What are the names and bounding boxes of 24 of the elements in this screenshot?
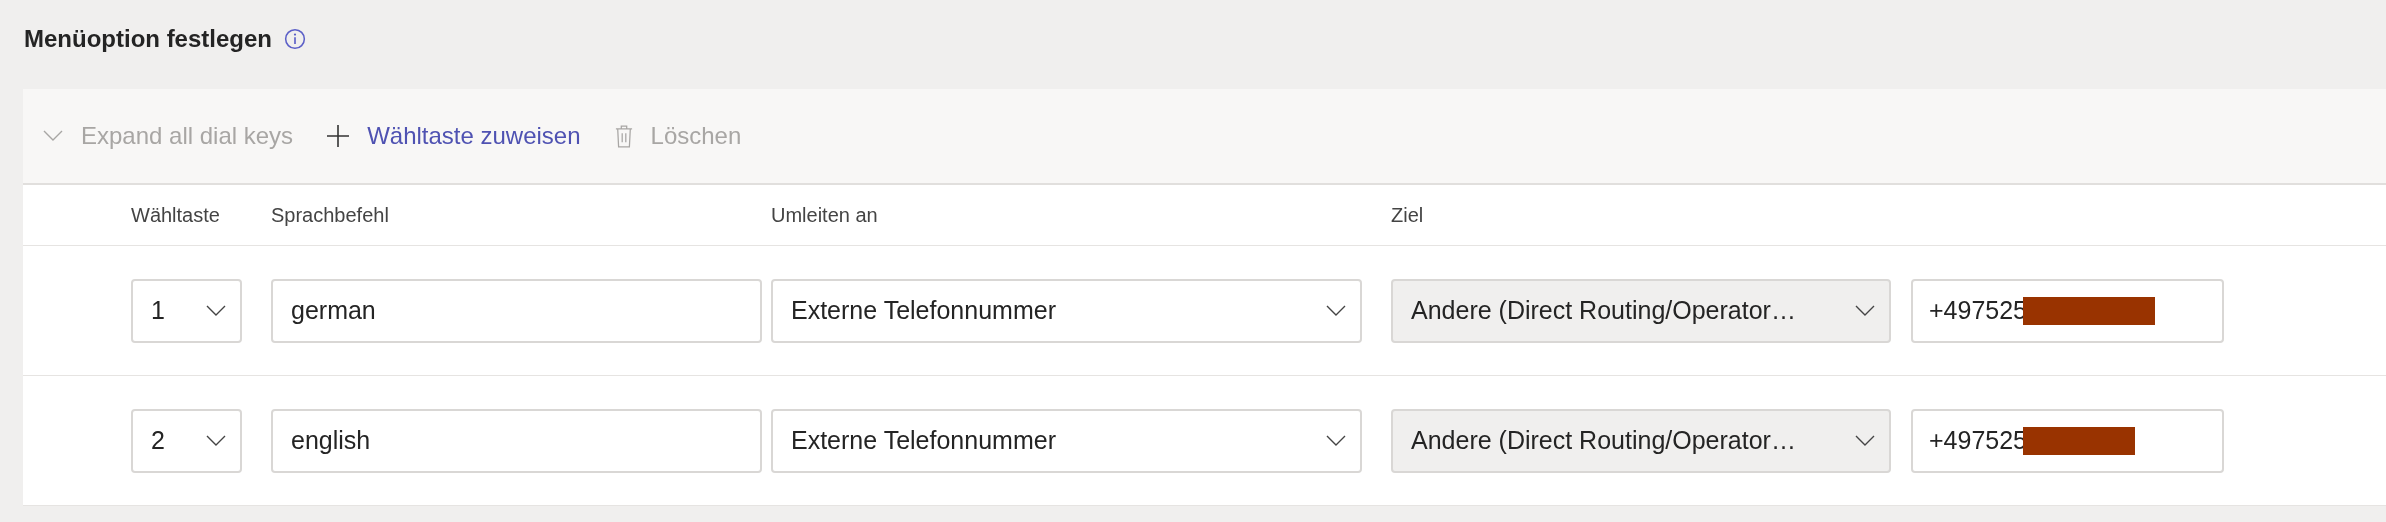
chevron-down-icon [206, 304, 226, 317]
voice-command-field[interactable]: german [271, 278, 762, 343]
chevron-down-icon [1855, 434, 1875, 447]
trash-icon [614, 124, 633, 148]
plus-icon [327, 125, 350, 147]
dial-key-dropdown[interactable]: 1 [131, 278, 242, 343]
chevron-down-icon [1855, 304, 1875, 317]
assign-button[interactable]: Wähltaste zuweisen [327, 122, 581, 150]
chevron-down-icon [1326, 304, 1346, 317]
column-header: Ziel [1391, 203, 1425, 227]
voice-command-field[interactable]: english [271, 408, 762, 473]
chevron-down-icon [1326, 434, 1346, 447]
info-icon[interactable] [284, 27, 306, 50]
chevron-down-icon [43, 130, 63, 142]
redirect-dropdown[interactable]: Externe Telefonnummer [771, 278, 1362, 343]
phone-number-field[interactable]: +497525 [1911, 408, 2224, 473]
column-header: Umleiten an [771, 203, 879, 227]
dial-key-dropdown[interactable]: 2 [131, 408, 242, 473]
chevron-down-icon [206, 434, 226, 447]
section-title: Menüoption festlegen [24, 24, 272, 53]
phone-number-field[interactable]: +497525 [1911, 278, 2224, 343]
redirect-dropdown[interactable]: Externe Telefonnummer [771, 408, 1362, 473]
column-header: Sprachbefehl [271, 203, 390, 227]
column-header: Wähltaste [131, 203, 221, 227]
